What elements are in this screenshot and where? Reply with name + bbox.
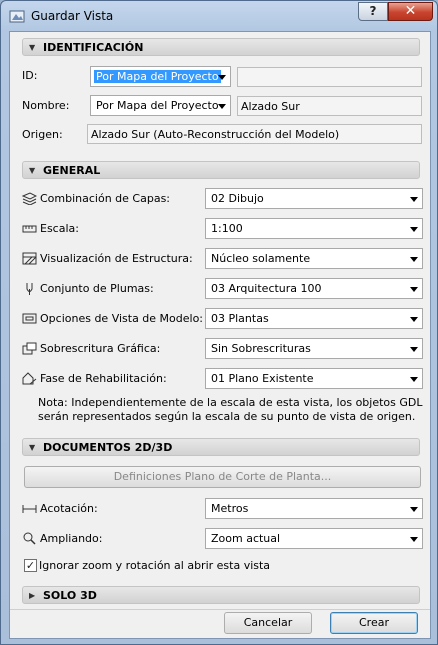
section-title: DOCUMENTOS 2D/3D — [43, 441, 173, 454]
general-row-label: Fase de Rehabilitación: — [40, 372, 167, 385]
section-solo-3d[interactable]: ▶ SOLO 3D — [22, 586, 420, 604]
nombre-select-value: Por Mapa del Proyecto — [96, 99, 219, 112]
pen-set-select[interactable]: 03 Arquitectura 100 — [205, 278, 423, 299]
renovation-phase-select[interactable]: 01 Plano Existente — [205, 368, 423, 389]
id-select-value: Por Mapa del Proyecto — [94, 70, 221, 83]
chevron-down-icon — [410, 537, 418, 542]
section-general[interactable]: ▼ GENERAL — [22, 161, 420, 179]
footer-divider — [10, 609, 430, 610]
structure-display-select[interactable]: Núcleo solamente — [205, 248, 423, 269]
chevron-down-icon — [410, 317, 418, 322]
zoom-select[interactable]: Zoom actual — [205, 528, 423, 549]
app-icon — [9, 10, 25, 23]
section-title: IDENTIFICACIÓN — [43, 41, 144, 54]
ampliando-label: Ampliando: — [40, 532, 103, 545]
general-row-label: Sobrescritura Gráfica: — [40, 342, 161, 355]
help-button[interactable]: ? — [358, 2, 388, 21]
select-value: 02 Dibujo — [211, 192, 264, 205]
acotacion-label: Acotación: — [40, 502, 98, 515]
dimension-select[interactable]: Metros — [205, 498, 423, 519]
origen-text-field: Alzado Sur (Auto-Reconstrucción del Mode… — [87, 124, 422, 144]
chevron-down-icon — [218, 75, 226, 80]
ignore-zoom-checkbox[interactable]: ✓ — [24, 559, 37, 572]
model-view-options-select[interactable]: 03 Plantas — [205, 308, 423, 329]
cancel-button[interactable]: Cancelar — [224, 612, 312, 634]
general-row-label: Opciones de Vista de Modelo: — [40, 312, 204, 325]
id-label: ID: — [22, 69, 38, 82]
select-value: Núcleo solamente — [211, 252, 311, 265]
id-text-field[interactable] — [237, 67, 422, 87]
chevron-down-icon — [410, 257, 418, 262]
renovation-icon — [22, 372, 37, 385]
chevron-down-icon — [410, 197, 418, 202]
chevron-down-icon — [410, 347, 418, 352]
section-title: GENERAL — [43, 164, 101, 177]
window-title: Guardar Vista — [31, 9, 114, 23]
general-row-label: Escala: — [40, 222, 79, 235]
collapse-triangle-icon: ▼ — [29, 43, 36, 52]
nombre-label: Nombre: — [22, 99, 70, 112]
nombre-select[interactable]: Por Mapa del Proyecto — [90, 95, 231, 116]
select-value: 03 Arquitectura 100 — [211, 282, 322, 295]
select-value: Zoom actual — [211, 532, 281, 545]
nombre-text-value: Alzado Sur — [241, 100, 300, 113]
graphic-override-icon — [22, 342, 37, 355]
collapse-triangle-icon: ▼ — [29, 166, 36, 175]
chevron-down-icon — [218, 104, 226, 109]
gdl-note: Nota: Independientemente de la escala de… — [38, 396, 423, 423]
select-value: 1:100 — [211, 222, 243, 235]
save-view-dialog: Guardar Vista ? ✕ ▼ IDENTIFICACIÓN ID: P… — [0, 0, 438, 645]
chevron-down-icon — [410, 227, 418, 232]
select-value: 03 Plantas — [211, 312, 269, 325]
model-view-icon — [22, 313, 37, 324]
create-button[interactable]: Crear — [330, 612, 418, 634]
dialog-body: ▼ IDENTIFICACIÓN ID: Por Mapa del Proyec… — [9, 31, 431, 639]
general-row-label: Visualización de Estructura: — [40, 252, 193, 265]
scale-ruler-icon — [22, 225, 37, 233]
expand-triangle-icon: ▶ — [29, 591, 36, 600]
select-value: Sin Sobrescrituras — [211, 342, 311, 355]
graphic-override-select[interactable]: Sin Sobrescrituras — [205, 338, 423, 359]
chevron-down-icon — [410, 507, 418, 512]
cut-plane-settings-button[interactable]: Definiciones Plano de Corte de Planta... — [24, 466, 421, 488]
collapse-triangle-icon: ▼ — [29, 443, 36, 452]
origen-label: Origen: — [22, 128, 63, 141]
section-identificacion[interactable]: ▼ IDENTIFICACIÓN — [22, 38, 420, 56]
close-button[interactable]: ✕ — [388, 2, 433, 21]
origen-text-value: Alzado Sur (Auto-Reconstrucción del Mode… — [91, 128, 340, 141]
scale-select[interactable]: 1:100 — [205, 218, 423, 239]
ignore-zoom-label: Ignorar zoom y rotación al abrir esta vi… — [39, 559, 271, 572]
dimension-icon — [22, 505, 37, 513]
zoom-magnifier-icon — [23, 532, 36, 545]
structure-icon — [22, 252, 37, 265]
select-value: Metros — [211, 502, 249, 515]
section-title: SOLO 3D — [43, 589, 97, 602]
general-row-label: Conjunto de Plumas: — [40, 282, 154, 295]
layers-icon — [22, 192, 37, 205]
pen-icon — [26, 283, 33, 295]
chevron-down-icon — [410, 287, 418, 292]
select-value: 01 Plano Existente — [211, 372, 314, 385]
nombre-text-field[interactable]: Alzado Sur — [237, 96, 422, 116]
chevron-down-icon — [410, 377, 418, 382]
id-select[interactable]: Por Mapa del Proyecto — [90, 66, 231, 87]
title-bar[interactable]: Guardar Vista ? ✕ — [1, 1, 437, 31]
section-documentos[interactable]: ▼ DOCUMENTOS 2D/3D — [22, 438, 420, 456]
general-row-label: Combinación de Capas: — [40, 192, 171, 205]
layer-combination-select[interactable]: 02 Dibujo — [205, 188, 423, 209]
